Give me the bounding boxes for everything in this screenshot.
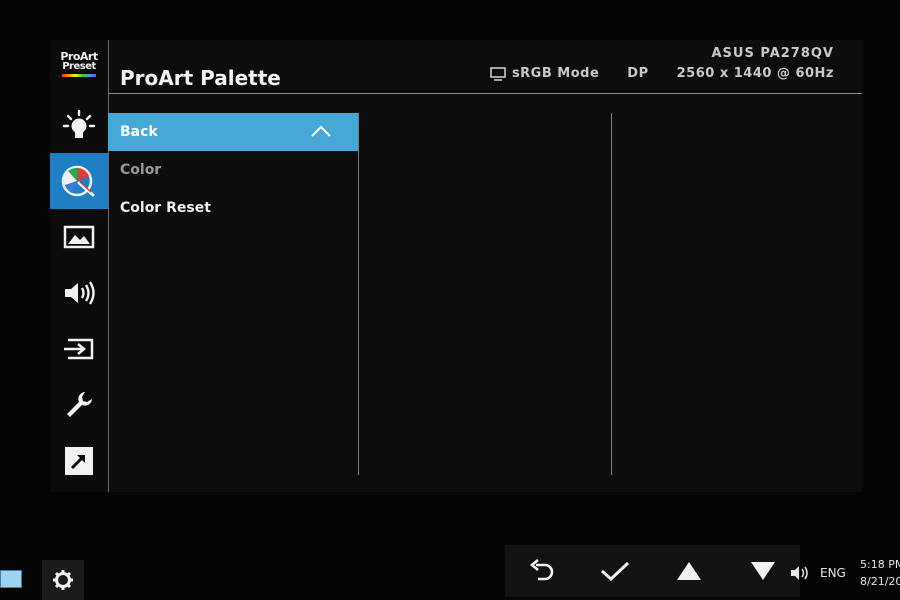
page-title: ProArt Palette <box>120 66 281 90</box>
monitor-model: ASUS PA278QV <box>711 46 834 61</box>
settings-taskbar-button[interactable] <box>42 560 84 600</box>
resolution: 2560 x 1440 @ 60Hz <box>676 66 834 81</box>
input-icon <box>64 338 94 360</box>
lightbulb-icon <box>62 109 96 138</box>
color-mode: sRGB Mode <box>511 66 600 81</box>
wrench-icon <box>67 392 92 417</box>
language-indicator[interactable]: ENG <box>820 566 846 580</box>
sidebar-item-input-select[interactable] <box>50 321 108 377</box>
logo-line2: Preset <box>62 61 96 72</box>
down-triangle-icon[interactable] <box>749 560 777 582</box>
sidebar: ProArt Preset <box>50 40 109 492</box>
menu-item-back[interactable]: Back <box>108 113 358 151</box>
proart-preset-logo[interactable]: ProArt Preset <box>56 51 102 77</box>
submenu: Back Color Color Reset <box>108 113 359 475</box>
speaker-icon <box>65 281 95 305</box>
sidebar-item-blue-light-filter[interactable] <box>50 97 108 153</box>
chevron-up-icon <box>311 125 331 137</box>
sidebar-item-proart-palette[interactable] <box>50 153 108 209</box>
shortcut-arrow-icon <box>65 447 93 475</box>
checkmark-icon[interactable] <box>600 560 630 582</box>
menu-item-color[interactable]: Color <box>108 151 358 189</box>
back-arrow-icon[interactable] <box>528 559 554 583</box>
start-icon[interactable] <box>0 570 22 588</box>
gear-icon <box>53 570 73 590</box>
sidebar-item-sound[interactable] <box>50 265 108 321</box>
menu-item-color-reset[interactable]: Color Reset <box>108 189 358 227</box>
volume-tray-icon[interactable] <box>790 565 810 581</box>
monitor-icon <box>490 66 506 81</box>
sidebar-item-image[interactable] <box>50 209 108 265</box>
clock-date: 8/21/20 <box>860 575 900 588</box>
menu-item-label: Color Reset <box>120 200 211 216</box>
menu-item-label: Color <box>120 162 162 178</box>
status-row: sRGB Mode DP 2560 x 1440 @ 60Hz <box>490 66 834 81</box>
up-triangle-icon[interactable] <box>675 560 703 582</box>
clock-time: 5:18 PM <box>860 558 900 571</box>
palette-icon <box>61 165 95 197</box>
logo-color-bar <box>62 74 96 77</box>
sidebar-item-system-setup[interactable] <box>50 377 108 433</box>
clock[interactable]: 5:18 PM 8/21/20 <box>860 556 900 590</box>
control-bar <box>505 545 800 597</box>
osd-window: ProArt Preset ProArt Palette ASUS PA278Q… <box>50 40 862 492</box>
column-divider <box>611 113 612 475</box>
image-icon <box>63 225 95 249</box>
menu-item-label: Back <box>120 124 158 140</box>
input-source: DP <box>627 66 649 81</box>
header-divider <box>108 93 862 94</box>
sidebar-item-shortcut[interactable] <box>50 433 108 489</box>
